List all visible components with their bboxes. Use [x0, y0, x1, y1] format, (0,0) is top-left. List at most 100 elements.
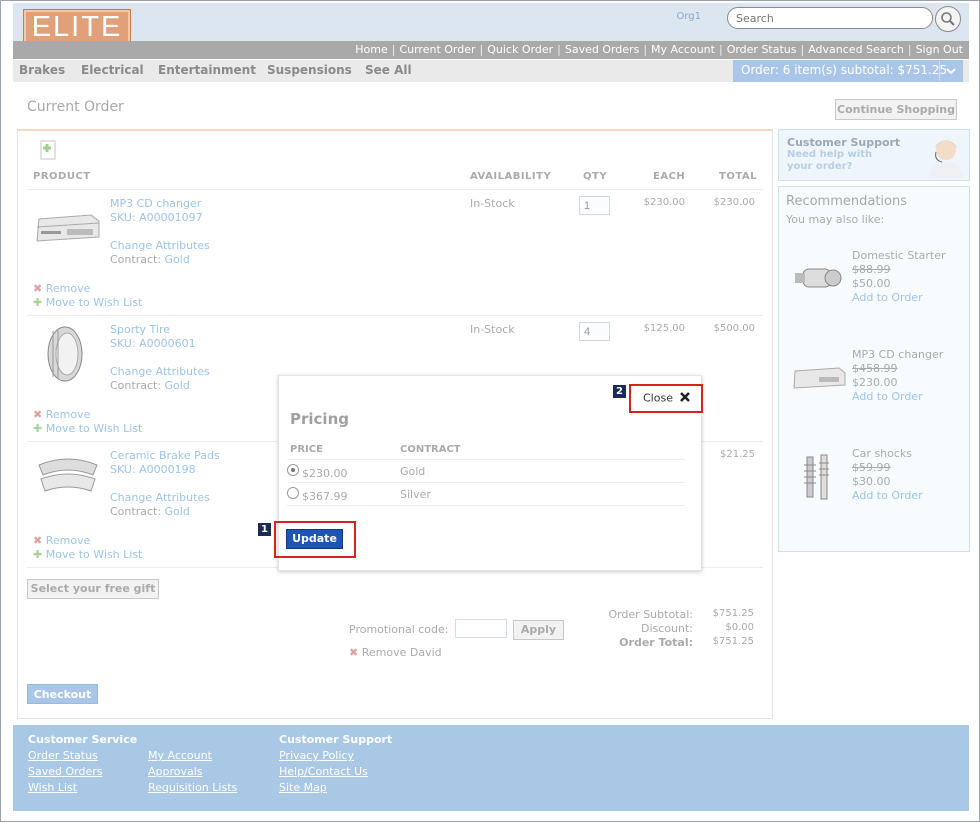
remove-link[interactable]: ✖ Remove — [33, 282, 90, 295]
footer-link-site-map[interactable]: Site Map — [279, 781, 327, 794]
checkout-button[interactable]: Checkout — [27, 684, 98, 704]
search-input[interactable] — [727, 7, 933, 29]
product-link[interactable]: MP3 CD changer — [110, 197, 201, 210]
close-button[interactable]: Close — [643, 391, 691, 406]
qty-input[interactable] — [579, 322, 610, 341]
product-sku: SKU: A0000198 — [110, 463, 196, 476]
rec-name[interactable]: Car shocks — [852, 447, 912, 460]
recommendations-subtitle: You may also like: — [786, 213, 885, 226]
contract-link[interactable]: Gold — [165, 379, 190, 392]
product-image-brake-pads[interactable] — [35, 457, 101, 502]
option-price: $367.99 — [302, 490, 348, 503]
footer: Customer Service Order Status Saved Orde… — [13, 725, 969, 811]
rec-image-cd-changer[interactable] — [791, 363, 847, 396]
category-entertainment[interactable]: Entertainment — [158, 63, 256, 77]
availability: In-Stock — [470, 197, 515, 210]
price-radio-silver[interactable] — [287, 487, 299, 499]
remove-label: Remove — [45, 282, 91, 295]
nav-sign-out[interactable]: Sign Out — [916, 43, 963, 56]
category-brakes[interactable]: Brakes — [19, 63, 65, 77]
col-product: PRODUCT — [33, 171, 91, 182]
nav-home[interactable]: Home — [355, 43, 387, 56]
org-label: Org1 — [676, 11, 701, 22]
wish-list-link[interactable]: ✚ Move to Wish List — [33, 296, 142, 309]
remove-link[interactable]: ✖ Remove — [33, 408, 90, 421]
rec-image-car-shocks[interactable] — [801, 453, 835, 506]
qty-input[interactable] — [579, 196, 610, 215]
contract-link[interactable]: Gold — [165, 253, 190, 266]
remove-icon: ✖ — [349, 646, 359, 659]
contract-label: Contract: — [110, 253, 162, 266]
logo-text: ELITE — [31, 11, 123, 43]
change-attributes-link[interactable]: Change Attributes — [110, 491, 210, 504]
close-icon — [679, 391, 691, 406]
product-sku: SKU: A0000601 — [110, 337, 196, 350]
price-radio-gold[interactable] — [287, 464, 299, 476]
product-sku: SKU: A00001097 — [110, 211, 203, 224]
category-suspensions[interactable]: Suspensions — [267, 63, 352, 77]
nav-my-account[interactable]: My Account — [651, 43, 715, 56]
total-price: $500.00 — [713, 323, 755, 334]
contract-info: Contract: Gold — [110, 253, 190, 266]
continue-shopping-button[interactable]: Continue Shopping — [835, 99, 957, 120]
page-title: Current Order — [27, 99, 124, 115]
nav-current-order[interactable]: Current Order — [399, 43, 475, 56]
footer-link-my-account[interactable]: My Account — [148, 749, 212, 762]
product-image-tire[interactable] — [45, 325, 85, 386]
remove-promo-link[interactable]: ✖ Remove David — [349, 646, 442, 659]
annotation-marker-1: 1 — [258, 523, 271, 536]
free-gift-button[interactable]: Select your free gift — [27, 579, 159, 599]
nav-saved-orders[interactable]: Saved Orders — [565, 43, 639, 56]
each-price: $125.00 — [643, 323, 685, 334]
category-electrical[interactable]: Electrical — [81, 63, 144, 77]
add-to-order-link[interactable]: Add to Order — [852, 390, 923, 403]
rec-name[interactable]: MP3 CD changer — [852, 348, 943, 361]
footer-link-approvals[interactable]: Approvals — [148, 765, 203, 778]
rec-name[interactable]: Domestic Starter — [852, 249, 946, 262]
wish-list-link[interactable]: ✚ Move to Wish List — [33, 422, 142, 435]
product-link[interactable]: Ceramic Brake Pads — [110, 449, 220, 462]
product-link[interactable]: Sporty Tire — [110, 323, 170, 336]
change-attributes-link[interactable]: Change Attributes — [110, 365, 210, 378]
cart-dropdown[interactable] — [939, 61, 961, 81]
category-see-all[interactable]: See All — [365, 63, 412, 77]
discount-value: $0.00 — [725, 622, 754, 633]
update-button[interactable]: Update — [286, 529, 343, 549]
wish-list-label: Move to Wish List — [45, 548, 143, 561]
footer-link-wish-list[interactable]: Wish List — [28, 781, 77, 794]
change-attributes-link[interactable]: Change Attributes — [110, 239, 210, 252]
add-item-icon[interactable] — [35, 139, 59, 164]
customer-support-box[interactable]: Customer Support Need help with your ord… — [778, 129, 970, 181]
wish-list-label: Move to Wish List — [45, 296, 143, 309]
add-to-order-link[interactable]: Add to Order — [852, 489, 923, 502]
search-icon — [941, 12, 955, 26]
nav-order-status[interactable]: Order Status — [727, 43, 797, 56]
wish-list-link[interactable]: ✚ Move to Wish List — [33, 548, 142, 561]
footer-link-help-contact[interactable]: Help/Contact Us — [279, 765, 368, 778]
product-image-cd-changer[interactable] — [33, 207, 103, 250]
footer-link-order-status[interactable]: Order Status — [28, 749, 98, 762]
contract-label: Contract: — [110, 505, 162, 518]
contract-link[interactable]: Gold — [165, 505, 190, 518]
rec-old-price: $59.99 — [852, 461, 891, 474]
cart-summary[interactable]: Order: 6 item(s) subtotal: $751.25 — [733, 60, 963, 82]
rec-price: $30.00 — [852, 475, 891, 488]
top-nav: Home | Current Order | Quick Order | Saved Ord… — [13, 41, 969, 59]
rec-image-starter[interactable] — [793, 259, 845, 302]
dialog-title: Pricing — [290, 410, 349, 428]
option-price: $230.00 — [302, 467, 348, 480]
footer-link-saved-orders[interactable]: Saved Orders — [28, 765, 102, 778]
nav-quick-order[interactable]: Quick Order — [487, 43, 553, 56]
remove-link[interactable]: ✖ Remove — [33, 534, 90, 547]
apply-button[interactable]: Apply — [513, 620, 564, 640]
promo-code-input[interactable] — [455, 619, 507, 638]
nav-advanced-search[interactable]: Advanced Search — [808, 43, 904, 56]
footer-link-requisition-lists[interactable]: Requisition Lists — [148, 781, 237, 794]
rec-old-price: $88.99 — [852, 263, 891, 276]
footer-link-privacy-policy[interactable]: Privacy Policy — [279, 749, 354, 762]
search-button[interactable] — [935, 6, 961, 32]
plus-icon: ✚ — [33, 296, 43, 309]
chevron-down-icon — [945, 68, 956, 75]
add-to-order-link[interactable]: Add to Order — [852, 291, 923, 304]
remove-label: Remove — [45, 534, 91, 547]
